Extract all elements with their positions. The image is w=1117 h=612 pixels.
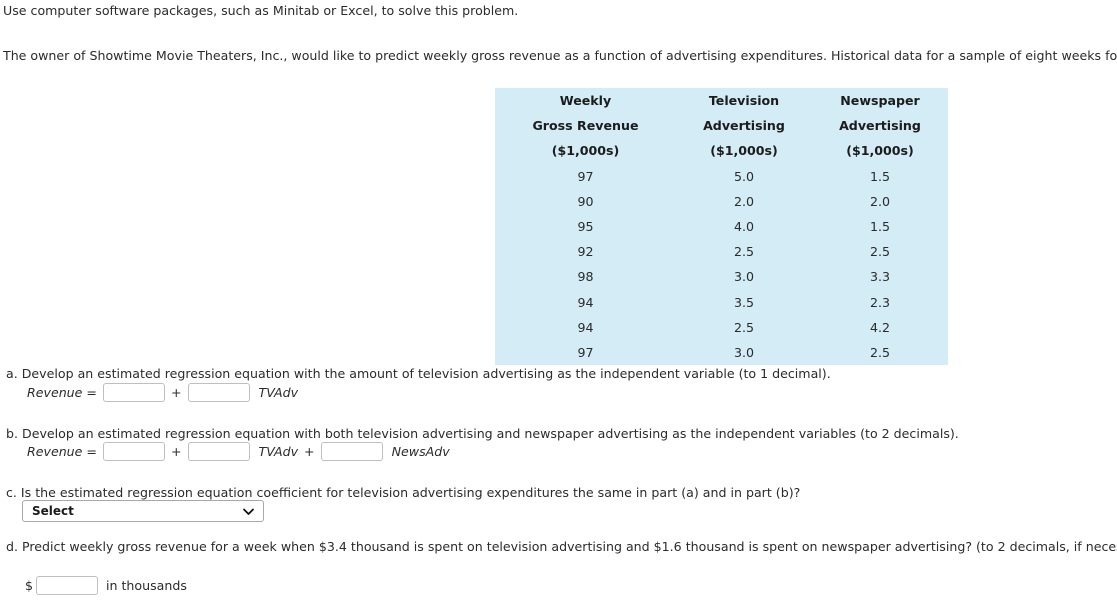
cell-tv: 2.5	[733, 244, 755, 260]
cell-tv: 3.0	[733, 344, 755, 360]
column-header-weekly-gross-revenue: Weekly Gross Revenue ($1,000s)	[495, 88, 676, 164]
part-c-select-dropdown[interactable]: Select	[22, 500, 264, 522]
part-a-equation-label: Revenue =	[27, 385, 97, 400]
cell-news: 2.3	[869, 294, 891, 310]
part-b-tv-coefficient-input[interactable]	[187, 442, 250, 461]
part-b-plus-sign-1: +	[170, 444, 182, 459]
cell-revenue: 95	[577, 218, 594, 234]
table-row: 92 2.5 2.5	[495, 239, 948, 264]
column-header-line-3: ($1,000s)	[846, 143, 914, 159]
column-header-line-2: Advertising	[703, 118, 785, 134]
part-b-equation-label: Revenue =	[27, 444, 97, 459]
cell-tv: 4.0	[733, 218, 755, 234]
column-header-newspaper-advertising: Newspaper Advertising ($1,000s)	[812, 88, 948, 164]
problem-page: Use computer software packages, such as …	[0, 0, 1117, 612]
column-header-line-1: Weekly	[559, 93, 612, 108]
column-header-television-advertising: Television Advertising ($1,000s)	[676, 88, 812, 164]
part-a-equation-row: Revenue = + TVAdv	[27, 383, 298, 402]
cell-news: 3.3	[869, 269, 891, 285]
historical-data-table-panel: Weekly Gross Revenue ($1,000s) Televisio…	[495, 88, 948, 365]
cell-tv: 3.5	[733, 294, 755, 310]
column-header-line-2: Advertising	[839, 118, 921, 134]
table-row: 90 2.0 2.0	[495, 189, 948, 214]
table-header-row: Weekly Gross Revenue ($1,000s) Televisio…	[495, 88, 948, 164]
part-b-intercept-input[interactable]	[102, 442, 165, 461]
part-c-question-text: c. Is the estimated regression equation …	[6, 485, 801, 500]
part-a-intercept-input[interactable]	[102, 383, 165, 402]
cell-revenue: 97	[577, 344, 594, 360]
part-c-select-value: Select	[32, 504, 74, 518]
cell-news: 4.2	[869, 319, 891, 335]
cell-revenue: 90	[577, 193, 594, 209]
part-b-news-coefficient-input[interactable]	[320, 442, 383, 461]
table-row: 97 3.0 2.5	[495, 340, 948, 365]
part-d-revenue-input[interactable]	[36, 576, 99, 595]
column-header-line-3: ($1,000s)	[710, 143, 778, 159]
cell-revenue: 94	[577, 319, 594, 335]
part-c-select-wrapper[interactable]: Select	[22, 500, 264, 522]
chevron-down-icon	[242, 505, 255, 518]
cell-news: 1.5	[869, 168, 891, 184]
part-a-slope-input[interactable]	[187, 383, 250, 402]
table-row: 94 2.5 4.2	[495, 315, 948, 340]
part-a-question-text: a. Develop an estimated regression equat…	[6, 366, 831, 381]
part-d-question-text: d. Predict weekly gross revenue for a we…	[6, 539, 1117, 554]
cell-revenue: 97	[577, 168, 594, 184]
problem-statement: The owner of Showtime Movie Theaters, In…	[3, 48, 1117, 63]
part-b-variable-tvadv: TVAdv	[258, 444, 299, 459]
cell-revenue: 94	[577, 294, 594, 310]
part-a-plus-sign: +	[170, 385, 182, 400]
table-row: 94 3.5 2.3	[495, 290, 948, 315]
cell-revenue: 92	[577, 244, 594, 260]
part-b-question-text: b. Develop an estimated regression equat…	[6, 426, 959, 441]
historical-data-table: Weekly Gross Revenue ($1,000s) Televisio…	[495, 88, 948, 365]
currency-symbol: $	[25, 578, 34, 593]
column-header-line-2: Gross Revenue	[532, 118, 639, 134]
column-header-line-1: Newspaper	[840, 93, 920, 108]
part-a-variable-tvadv: TVAdv	[258, 385, 299, 400]
column-header-line-1: Television	[708, 93, 780, 108]
table-row: 95 4.0 1.5	[495, 214, 948, 239]
cell-tv: 2.5	[733, 319, 755, 335]
part-b-variable-newsadv: NewsAdv	[391, 444, 450, 459]
cell-news: 2.0	[869, 193, 891, 209]
cell-tv: 2.0	[733, 193, 755, 209]
cell-tv: 5.0	[733, 168, 755, 184]
cell-tv: 3.0	[733, 269, 755, 285]
intro-instruction: Use computer software packages, such as …	[3, 3, 519, 18]
table-row: 98 3.0 3.3	[495, 264, 948, 289]
part-b-plus-sign-2: +	[304, 444, 315, 459]
cell-news: 1.5	[869, 218, 891, 234]
table-row: 97 5.0 1.5	[495, 164, 948, 189]
column-header-line-3: ($1,000s)	[551, 143, 620, 159]
cell-news: 2.5	[869, 244, 891, 260]
part-b-equation-row: Revenue = + TVAdv + NewsAdv	[27, 442, 450, 461]
cell-revenue: 98	[577, 269, 594, 285]
part-d-answer-row: $ in thousands	[25, 576, 187, 595]
cell-news: 2.5	[869, 344, 891, 360]
part-d-unit-label: in thousands	[106, 578, 187, 593]
